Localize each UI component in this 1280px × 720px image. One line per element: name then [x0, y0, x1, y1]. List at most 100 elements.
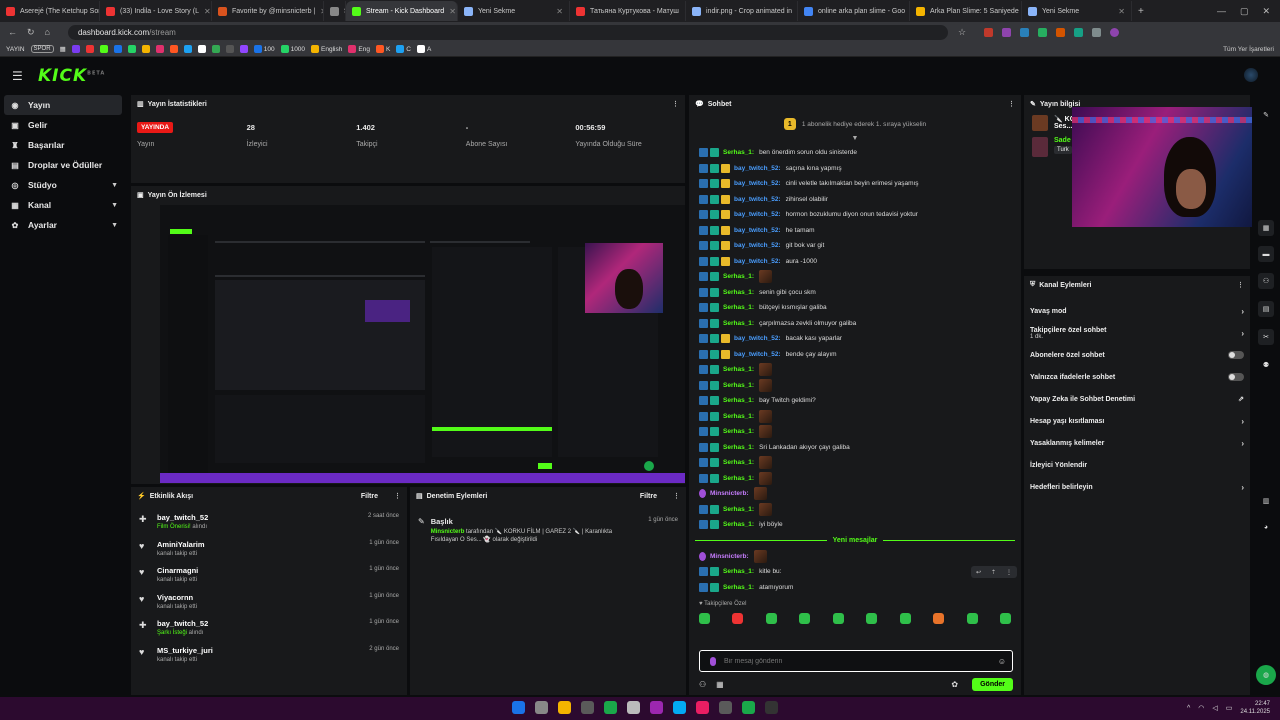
chat-message[interactable]: Serhas_1: bütçeyi kısmışlar galiba — [689, 300, 1021, 316]
more-icon[interactable]: ⋮ — [394, 492, 401, 500]
chat-message[interactable]: Serhas_1: — [689, 455, 1021, 471]
taskbar-app-icon[interactable] — [558, 701, 571, 714]
user-avatar[interactable] — [1244, 68, 1258, 82]
reload-icon[interactable]: ↻ — [27, 27, 35, 38]
battery-icon[interactable]: ▭ — [1226, 704, 1233, 712]
extension-icon[interactable] — [1038, 27, 1048, 37]
activity-item[interactable]: ✚ bay_twitch_52 Film Önerisi! alındı 2 saat… — [131, 509, 407, 536]
more-icon[interactable]: ⋮ — [672, 100, 679, 108]
browser-tab[interactable]: Yeni Sekme ✕ — [1022, 1, 1132, 21]
channel-action-item[interactable]: Abonelere özel sohbet — [1024, 344, 1250, 366]
chat-username[interactable]: Serhas_1: — [723, 366, 754, 373]
chat-message[interactable]: Serhas_1: — [689, 378, 1021, 394]
chat-message[interactable]: Serhas_1: — [689, 362, 1021, 378]
channel-action-item[interactable]: İzleyici Yönlendir — [1024, 454, 1250, 476]
sidebar-item-gift[interactable]: ▤ Droplar ve Ödüller — [0, 155, 126, 175]
chat-message[interactable]: Serhas_1: senin gibi çocu skm — [689, 285, 1021, 301]
chevron-right-icon[interactable]: › — [1241, 483, 1244, 492]
kick-logo[interactable]: KICKBETA — [38, 66, 105, 86]
bookmark-icon[interactable] — [155, 45, 164, 53]
chat-username[interactable]: Serhas_1: — [723, 521, 754, 528]
network-icon[interactable]: ◠ — [1198, 704, 1204, 712]
clock[interactable]: 22:47 24.11.2025 — [1240, 700, 1270, 716]
list-icon[interactable]: ▤ — [1258, 301, 1274, 317]
star-icon[interactable]: ☆ — [958, 27, 966, 38]
new-tab-icon[interactable]: + — [1138, 6, 1144, 17]
chat-username[interactable]: Serhas_1: — [723, 568, 754, 575]
taskbar-app-icon[interactable] — [535, 701, 548, 714]
bookmark-item[interactable]: A — [417, 45, 431, 53]
chat-message[interactable]: bay_twitch_52: cinli veletle takılmaktan … — [689, 176, 1021, 192]
profile-avatar[interactable] — [1110, 27, 1120, 37]
bookmark-icon[interactable] — [141, 45, 150, 53]
chat-message[interactable]: bay_twitch_52: bacak kası yaparlar — [689, 331, 1021, 347]
emote-button[interactable] — [999, 612, 1011, 624]
extension-icon[interactable] — [984, 27, 994, 37]
emote-button[interactable] — [899, 612, 911, 624]
channel-action-item[interactable]: Takipçilere özel sohbet 1 dk. › — [1024, 322, 1250, 344]
gift-icon[interactable]: ▦ — [716, 680, 724, 689]
activity-item[interactable]: ♥ AminiYalarim kanalı takip etti 1 gün önce — [131, 536, 407, 563]
chat-message[interactable]: bay_twitch_52: bende çay alayım — [689, 347, 1021, 363]
bookmark-item[interactable]: K — [375, 45, 390, 53]
bookmark-icon[interactable] — [211, 45, 220, 53]
more-icon[interactable]: ⋮ — [1008, 100, 1015, 108]
users-icon[interactable]: ⚇ — [699, 680, 706, 689]
chat-username[interactable]: Serhas_1: — [723, 397, 754, 404]
browser-tab[interactable]: SPOR — [324, 1, 346, 21]
bookmark-item[interactable]: English — [311, 45, 342, 53]
emote-button[interactable] — [832, 612, 844, 624]
bookmark-item[interactable]: 100 — [253, 45, 275, 53]
chevron-right-icon[interactable]: › — [1241, 439, 1244, 448]
chat-username[interactable]: Serhas_1: — [723, 459, 754, 466]
chat-message[interactable]: Serhas_1: çarpılmazsa zevkli olmuyor gali… — [689, 316, 1021, 332]
pin-icon[interactable]: ▼ — [689, 135, 1021, 145]
bookmark-item[interactable]: Eng — [348, 45, 370, 53]
all-bookmarks[interactable]: Tüm Yer İşaretleri — [1223, 46, 1274, 53]
bookmark-icon[interactable] — [239, 45, 248, 53]
chat-message[interactable]: bay_twitch_52: zihinsel olabilir — [689, 192, 1021, 208]
link-icon[interactable]: ⚇ — [1258, 273, 1274, 289]
chat-message[interactable]: Serhas_1: atamıyorum — [689, 580, 1021, 596]
taskbar-app-icon[interactable] — [673, 701, 686, 714]
taskbar-app-icon[interactable] — [719, 701, 732, 714]
bookmark-icon[interactable] — [225, 45, 234, 53]
chat-message[interactable]: bay_twitch_52: git bok var git — [689, 238, 1021, 254]
toggle-switch[interactable] — [1228, 373, 1244, 381]
taskbar-app-icon[interactable] — [604, 701, 617, 714]
sidebar-item-trophy[interactable]: ♜ Başarılar — [0, 135, 126, 155]
taskbar-app-icon[interactable] — [581, 701, 594, 714]
channel-action-item[interactable]: Yapay Zeka ile Sohbet Denetimi ⇗ — [1024, 388, 1250, 410]
bookmark-icon[interactable] — [99, 45, 108, 53]
tab-close-icon[interactable]: ✕ — [1118, 7, 1125, 16]
chat-message[interactable]: bay_twitch_52: hormon bozuklumu diyon onu… — [689, 207, 1021, 223]
channel-action-item[interactable]: Hedefleri belirleyin › — [1024, 476, 1250, 498]
chat-username[interactable]: Serhas_1: — [723, 428, 754, 435]
channel-action-item[interactable]: Yalnızca ifadelerle sohbet — [1024, 366, 1250, 388]
chat-username[interactable]: Serhas_1: — [723, 304, 754, 311]
bookmark-yayin[interactable]: YAYIN — [6, 46, 25, 53]
stream-preview[interactable] — [160, 205, 685, 483]
sub-gift-banner[interactable]: 1 1 abonelik hediye ederek 1. sıraya yük… — [689, 113, 1021, 135]
extension-icon[interactable] — [1092, 27, 1102, 37]
tab-close-icon[interactable]: ✕ — [449, 7, 456, 16]
chevron-right-icon[interactable]: › — [1241, 329, 1244, 338]
emote-button[interactable] — [866, 612, 878, 624]
channel-action-item[interactable]: Yasaklanmış kelimeler › — [1024, 432, 1250, 454]
chat-username[interactable]: bay_twitch_52: — [734, 211, 781, 218]
chat-username[interactable]: Serhas_1: — [723, 273, 754, 280]
chat-input-box[interactable]: ☺ — [699, 650, 1013, 672]
sidebar-item-channel[interactable]: ▦ Kanal ▼ — [0, 195, 126, 215]
back-icon[interactable]: ← — [8, 27, 17, 37]
bookmark-item[interactable]: C — [396, 45, 411, 53]
bookmark-icon[interactable] — [183, 45, 192, 53]
apps-icon[interactable]: ▦ — [60, 45, 66, 53]
chat-username[interactable]: bay_twitch_52: — [734, 335, 781, 342]
tab-close-icon[interactable]: ✕ — [556, 7, 563, 16]
chevron-up-icon[interactable]: ^ — [1187, 705, 1190, 712]
chat-username[interactable]: bay_twitch_52: — [734, 242, 781, 249]
chat-username[interactable]: Serhas_1: — [723, 320, 754, 327]
browser-tab[interactable]: Stream - Kick Dashboard ✕ — [346, 1, 458, 21]
chat-username[interactable]: bay_twitch_52: — [734, 180, 781, 187]
toggle-switch[interactable] — [1228, 351, 1244, 359]
